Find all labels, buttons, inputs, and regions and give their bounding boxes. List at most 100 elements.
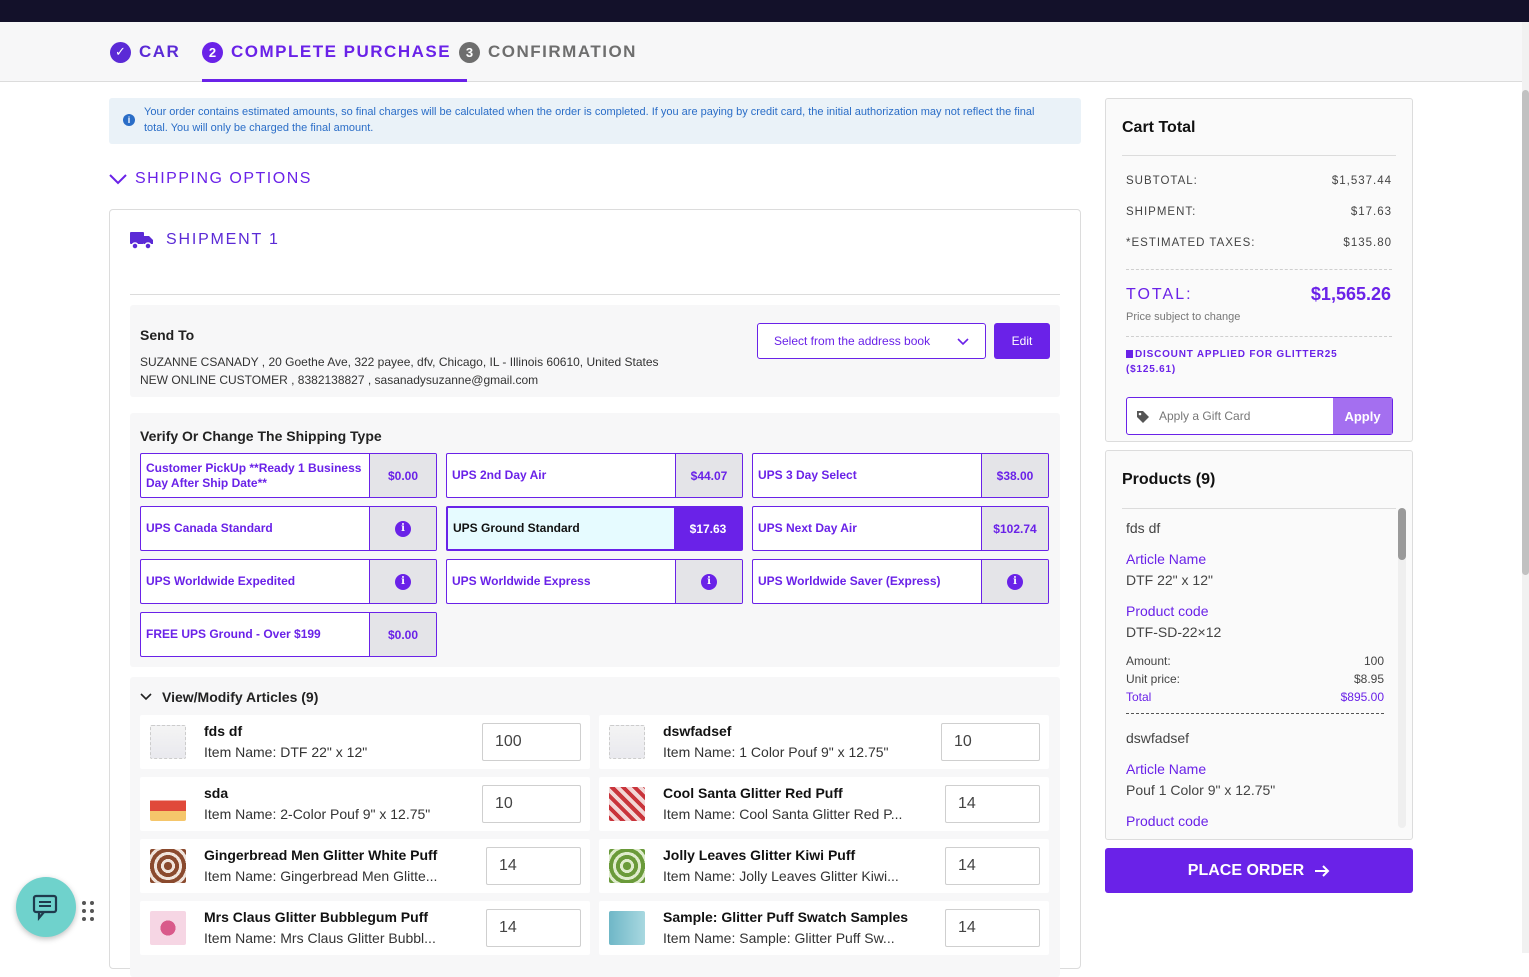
articles-toggle[interactable]: View/Modify Articles (9) [140, 689, 318, 705]
article-thumbnail [150, 911, 186, 945]
shipping-options-label: SHIPPING OPTIONS [135, 170, 312, 187]
article-name: Jolly Leaves Glitter Kiwi Puff [663, 847, 856, 863]
divider [1122, 155, 1396, 156]
shipping-option-info[interactable]: i [981, 560, 1048, 603]
article-quantity-input[interactable]: 14 [945, 785, 1040, 823]
unit-price-label: Unit price: [1126, 672, 1181, 686]
address-book-label: Select from the address book [774, 334, 931, 348]
divider [1122, 508, 1396, 509]
shipping-option-info[interactable]: i [369, 507, 436, 550]
gift-card-input[interactable]: Apply a Gift Card [1159, 409, 1250, 423]
article-thumbnail [609, 787, 645, 821]
shipment-label: SHIPMENT 1 [166, 231, 280, 248]
step-number-icon: 2 [202, 41, 223, 63]
shipping-option-label: UPS 2nd Day Air [452, 468, 547, 482]
subtotal-row: SUBTOTAL: $1,537.44 [1126, 175, 1392, 187]
scrollbar-thumb[interactable] [1522, 90, 1529, 575]
step-number-icon: 3 [459, 41, 480, 63]
product-total-value: $895.00 [1340, 690, 1384, 704]
shipping-option-ups-worldwide-expedited[interactable]: UPS Worldwide Expedited i [140, 559, 437, 604]
shipping-option-ups-2nd-day-air[interactable]: UPS 2nd Day Air $44.07 [446, 453, 743, 498]
shipping-option-info[interactable]: i [675, 560, 742, 603]
article-item-name: Item Name: 2-Color Pouf 9" x 12.75" [204, 806, 431, 822]
shipping-options-toggle[interactable]: SHIPPING OPTIONS [109, 170, 312, 188]
edit-address-button[interactable]: Edit [994, 323, 1050, 359]
article-thumbnail [150, 787, 186, 821]
article-row: Sample: Glitter Puff Swatch Samples Item… [599, 901, 1049, 955]
chat-button[interactable] [16, 877, 76, 937]
shipping-option-ups-next-day-air[interactable]: UPS Next Day Air $102.74 [752, 506, 1049, 551]
gift-card-field: Apply a Gift Card Apply [1126, 397, 1393, 435]
shipping-option-ups-3-day-select[interactable]: UPS 3 Day Select $38.00 [752, 453, 1049, 498]
shipping-type-heading: Verify Or Change The Shipping Type [140, 428, 382, 444]
step-cart[interactable]: ✓ CAR [110, 22, 180, 82]
taxes-value: $135.80 [1343, 237, 1392, 249]
send-to-address: SUZANNE CSANADY , 20 Goethe Ave, 322 pay… [140, 353, 659, 389]
shipping-option-ups-worldwide-express[interactable]: UPS Worldwide Express i [446, 559, 743, 604]
discount-amount: ($125.61) [1126, 364, 1177, 375]
top-bar [0, 0, 1529, 22]
chevron-down-icon [140, 693, 152, 701]
shipping-option-ups-worldwide-saver[interactable]: UPS Worldwide Saver (Express) i [752, 559, 1049, 604]
shipping-option-ups-canada-standard[interactable]: UPS Canada Standard i [140, 506, 437, 551]
trash-icon[interactable] [1126, 350, 1133, 359]
place-order-button[interactable]: PLACE ORDER [1105, 848, 1413, 893]
article-row: Mrs Claus Glitter Bubblegum Puff Item Na… [140, 901, 590, 955]
arrow-right-icon [1315, 864, 1330, 877]
shipping-option-price: $17.63 [674, 508, 741, 549]
step-complete-purchase-label: COMPLETE PURCHASE [231, 42, 452, 61]
check-circle-icon: ✓ [110, 41, 131, 63]
divider [130, 294, 1060, 295]
truck-icon [130, 232, 153, 250]
drag-handle-icon[interactable] [82, 901, 94, 921]
articles-section: View/Modify Articles (9) fds df Item Nam… [130, 677, 1060, 977]
send-to-heading: Send To [140, 327, 195, 343]
shipping-option-label: UPS 3 Day Select [758, 468, 857, 482]
shipping-option-info[interactable]: i [369, 560, 436, 603]
shipping-option-ups-ground-standard[interactable]: UPS Ground Standard $17.63 [446, 506, 743, 551]
article-row: fds df Item Name: DTF 22" x 12" 100 [140, 715, 590, 769]
shipment-cost-value: $17.63 [1350, 206, 1392, 218]
apply-gift-card-button[interactable]: Apply [1333, 398, 1392, 434]
shipping-option-customer-pickup[interactable]: Customer PickUp **Ready 1 Business Day A… [140, 453, 437, 498]
article-name-label: Article Name [1126, 551, 1207, 567]
article-name-value: Pouf 1 Color 9" x 12.75" [1126, 782, 1276, 798]
shipping-option-label: UPS Next Day Air [758, 521, 857, 535]
shipping-option-price: $0.00 [369, 454, 436, 497]
info-icon: i [123, 114, 135, 126]
products-scrollbar[interactable] [1398, 508, 1406, 828]
page-scrollbar[interactable] [1522, 22, 1529, 953]
article-quantity-input[interactable]: 14 [486, 847, 581, 885]
article-quantity-input[interactable]: 14 [945, 847, 1040, 885]
address-book-select[interactable]: Select from the address book [757, 323, 986, 359]
address-line-2: NEW ONLINE CUSTOMER , 8382138827 , sasan… [140, 373, 539, 387]
shipping-type-section: Verify Or Change The Shipping Type Custo… [130, 413, 1060, 667]
step-confirmation[interactable]: 3 CONFIRMATION [459, 22, 637, 82]
taxes-label: *ESTIMATED TAXES: [1126, 237, 1256, 249]
send-to-section: Send To SUZANNE CSANADY , 20 Goethe Ave,… [130, 305, 1060, 397]
subtotal-value: $1,537.44 [1331, 175, 1392, 187]
article-item-name: Item Name: 1 Color Pouf 9" x 12.75" [663, 744, 889, 760]
article-quantity-input[interactable]: 10 [482, 785, 581, 823]
shipping-option-free-ups-ground[interactable]: FREE UPS Ground - Over $199 $0.00 [140, 612, 437, 657]
chevron-down-icon [957, 338, 969, 346]
article-item-name: Item Name: DTF 22" x 12" [204, 744, 368, 760]
step-complete-purchase[interactable]: 2 COMPLETE PURCHASE [202, 22, 468, 82]
step-cart-label: CAR [139, 42, 181, 61]
article-thumbnail [609, 725, 645, 759]
article-quantity-input[interactable]: 14 [486, 909, 581, 947]
article-name-label: Article Name [1126, 761, 1207, 777]
article-name: sda [204, 785, 229, 801]
product-code-value: DTF-SD-22×12 [1126, 624, 1222, 640]
scrollbar-thumb[interactable] [1398, 508, 1406, 560]
discount-label: DISCOUNT APPLIED FOR GLITTER25 [1135, 349, 1338, 360]
shipment-heading: SHIPMENT 1 [130, 230, 280, 250]
article-quantity-input[interactable]: 10 [941, 723, 1040, 761]
divider [1126, 269, 1392, 270]
article-quantity-input[interactable]: 14 [945, 909, 1040, 947]
unit-price-row: Unit price: $8.95 [1126, 672, 1384, 686]
order-notice: i Your order contains estimated amounts,… [109, 98, 1081, 144]
article-quantity-input[interactable]: 100 [482, 723, 581, 761]
article-name: dswfadsef [663, 723, 732, 739]
cart-total-panel: Cart Total SUBTOTAL: $1,537.44 SHIPMENT:… [1105, 98, 1413, 442]
